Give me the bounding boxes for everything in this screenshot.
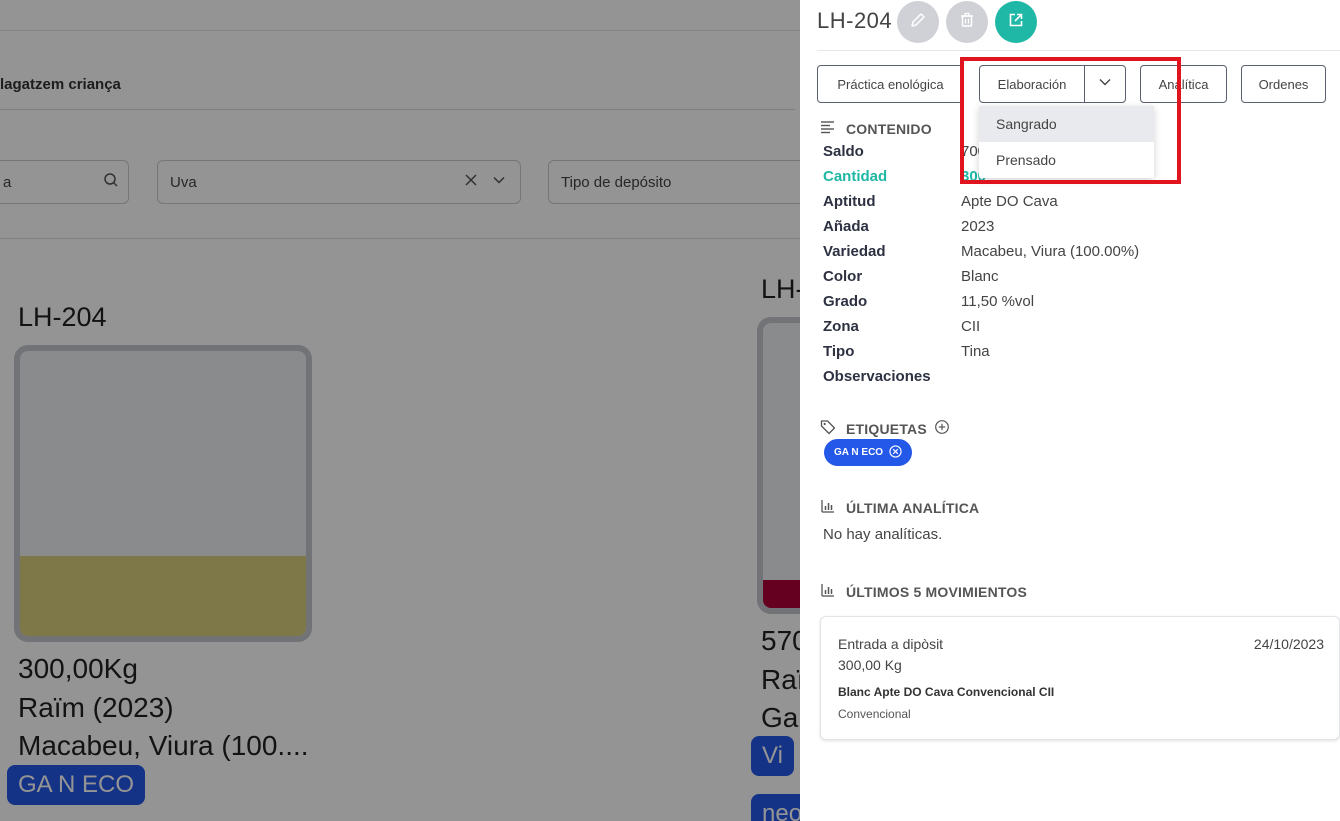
- color-value: Blanc: [961, 268, 999, 285]
- zone-value: CII: [961, 318, 981, 335]
- elaboration-dropdown-toggle[interactable]: [1085, 66, 1125, 102]
- movement-description: Blanc Apte DO Cava Convencional CII: [838, 685, 1055, 699]
- observations-label: Observaciones: [823, 368, 931, 385]
- pencil-icon: [909, 11, 927, 34]
- orders-button[interactable]: Ordenes: [1241, 65, 1326, 103]
- text-lines-icon: [820, 119, 836, 138]
- background-page: lagatzem criança a Uva Tipo de depósito …: [0, 0, 800, 821]
- elaboration-split-button[interactable]: Elaboración: [979, 65, 1126, 103]
- color-label: Color: [823, 268, 863, 285]
- content-section-heading: CONTENIDO: [820, 119, 932, 138]
- external-link-icon: [1007, 11, 1025, 34]
- variety-value: Macabeu, Viura (100.00%): [961, 243, 1140, 260]
- degree-value: 11,50 %vol: [961, 293, 1035, 310]
- trash-icon: [958, 11, 976, 34]
- add-tag-icon[interactable]: [934, 419, 950, 438]
- edit-button[interactable]: [897, 1, 939, 43]
- analytics-button[interactable]: Analítica: [1140, 65, 1227, 103]
- content-heading-label: CONTENIDO: [846, 120, 932, 137]
- tags-section-heading: ETIQUETAS: [820, 419, 950, 438]
- movement-card[interactable]: Entrada a dipòsit 24/10/2023 300,00 Kg B…: [820, 616, 1340, 740]
- zone-label: Zona: [823, 318, 859, 335]
- bar-chart-icon: [820, 498, 836, 517]
- quantity-label: Cantidad: [823, 168, 888, 185]
- tank-detail-drawer: LH-204 Práctica enológica Elaboración An…: [800, 0, 1340, 821]
- tag-icon: [820, 419, 836, 438]
- balance-label: Saldo: [823, 143, 864, 160]
- tag-chip-label: GA N ECO: [834, 447, 884, 458]
- tag-chip: GA N ECO: [824, 439, 913, 466]
- movements-heading: ÚLTIMOS 5 MOVIMIENTOS: [820, 582, 1027, 601]
- last-analytics-label: ÚLTIMA ANALÍTICA: [846, 499, 980, 516]
- dropdown-option-sangrado[interactable]: Sangrado: [979, 106, 1154, 142]
- bar-chart-icon: [820, 582, 836, 601]
- movement-category: Convencional: [838, 707, 911, 721]
- modal-backdrop[interactable]: [0, 0, 800, 821]
- dropdown-option-prensado[interactable]: Prensado: [979, 142, 1154, 178]
- last-analytics-heading: ÚLTIMA ANALÍTICA: [820, 498, 979, 517]
- delete-button[interactable]: [946, 1, 988, 43]
- vintage-value: 2023: [961, 218, 995, 235]
- type-value: Tina: [961, 343, 990, 360]
- elaboration-button[interactable]: Elaboración: [980, 66, 1085, 102]
- variety-label: Variedad: [823, 243, 886, 260]
- elaboration-dropdown-menu: Sangrado Prensado: [979, 106, 1154, 178]
- divider: [817, 50, 1340, 51]
- aptitude-value: Apte DO Cava: [961, 193, 1058, 210]
- remove-tag-icon[interactable]: [889, 444, 902, 461]
- movement-quantity: 300,00 Kg: [838, 657, 902, 673]
- movement-date: 24/10/2023: [1253, 636, 1324, 652]
- type-label: Tipo: [823, 343, 855, 360]
- tags-heading-label: ETIQUETAS: [846, 420, 927, 437]
- movement-type: Entrada a dipòsit: [838, 636, 944, 652]
- chevron-down-icon: [1098, 75, 1112, 94]
- no-analytics-message: No hay analíticas.: [823, 526, 943, 543]
- drawer-title: LH-204: [817, 8, 893, 33]
- open-external-button[interactable]: [995, 1, 1037, 43]
- enological-practice-button[interactable]: Práctica enológica: [817, 65, 964, 103]
- movements-heading-label: ÚLTIMOS 5 MOVIMIENTOS: [846, 583, 1028, 600]
- degree-label: Grado: [823, 293, 868, 310]
- aptitude-label: Aptitud: [823, 193, 876, 210]
- vintage-label: Añada: [823, 218, 869, 235]
